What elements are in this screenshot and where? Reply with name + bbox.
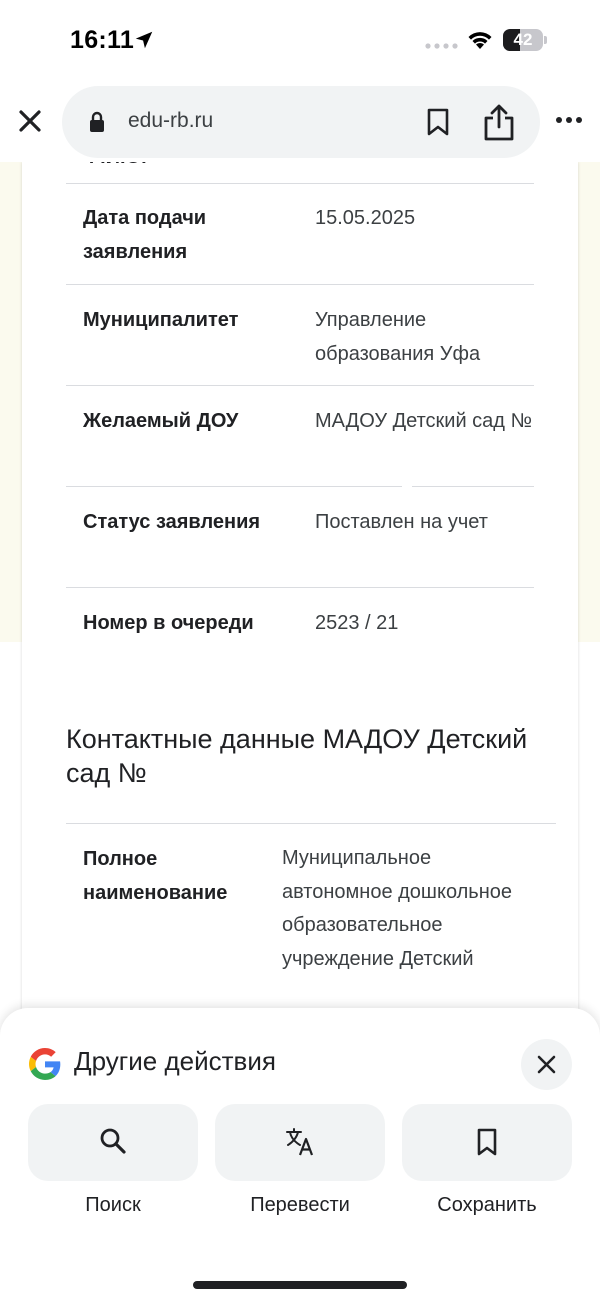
status-time: 16:11 xyxy=(70,26,135,54)
close-icon xyxy=(537,1055,556,1074)
search-icon xyxy=(100,1128,126,1154)
search-action-button[interactable] xyxy=(28,1104,198,1181)
municipality-label: Муниципалитет xyxy=(83,309,239,331)
close-icon[interactable] xyxy=(14,105,46,137)
desired-kindergarten-label: Желаемый ДОУ xyxy=(83,410,239,432)
battery-body: 42 xyxy=(503,29,543,51)
address-bar[interactable]: edu-rb.ru xyxy=(62,86,540,158)
translate-icon xyxy=(286,1128,314,1156)
url-text: edu-rb.ru xyxy=(128,109,214,132)
search-action-label: Поиск xyxy=(85,1194,141,1216)
save-action-label: Сохранить xyxy=(437,1194,537,1216)
application-date-value: 15.05.2025 xyxy=(315,207,416,229)
wifi-icon xyxy=(468,32,492,49)
more-options-icon[interactable] xyxy=(555,116,583,124)
battery-indicator: 42 xyxy=(503,29,547,51)
section-divider xyxy=(66,823,556,824)
status-bar: 16:11 42 xyxy=(0,0,600,80)
page-background-right xyxy=(578,162,600,642)
sheet-title: Другие действия xyxy=(74,1046,276,1076)
bookmark-icon[interactable] xyxy=(426,108,450,136)
battery-tip xyxy=(544,36,547,44)
row-divider xyxy=(66,486,402,487)
row-divider xyxy=(66,587,534,588)
full-name-label: Полное наименование xyxy=(83,848,228,904)
browser-toolbar: edu-rb.ru xyxy=(0,80,600,162)
translate-action-label: Перевести xyxy=(250,1194,350,1216)
row-divider xyxy=(66,385,534,386)
application-date-label: Дата подачи заявления xyxy=(83,207,207,263)
queue-number-value: 2523 / 21 xyxy=(315,612,399,634)
application-status-value: Поставлен на учет xyxy=(315,511,488,533)
application-status-label: Статус заявления xyxy=(83,511,261,533)
more-actions-sheet: Другие действия Поиск Перевести Сохранит… xyxy=(0,1008,600,1300)
cellular-signal-icon xyxy=(425,43,458,49)
municipality-value: Управление образования Уфа xyxy=(315,309,481,365)
battery-percent: 42 xyxy=(513,30,533,49)
google-logo-icon xyxy=(29,1048,61,1080)
contacts-section-title: Контактные данные МАДОУ Детский сад № xyxy=(66,724,528,788)
queue-number-label: Номер в очереди xyxy=(83,612,254,634)
home-indicator[interactable] xyxy=(193,1281,407,1289)
full-name-value: Муниципальное автономное дошкольное обра… xyxy=(282,847,513,970)
row-divider xyxy=(412,486,534,487)
page-background-left xyxy=(0,162,22,642)
clipped-row-remnant: Ф.И.О. xyxy=(83,162,283,164)
row-divider xyxy=(66,284,534,285)
save-action-button[interactable] xyxy=(402,1104,572,1181)
row-divider xyxy=(66,183,534,184)
bookmark-icon xyxy=(477,1128,497,1156)
location-arrow-icon xyxy=(135,31,153,49)
sheet-close-button[interactable] xyxy=(521,1039,572,1090)
translate-action-button[interactable] xyxy=(215,1104,385,1181)
lock-icon xyxy=(90,111,104,132)
share-icon[interactable] xyxy=(482,103,516,141)
desired-kindergarten-value: МАДОУ Детский сад № xyxy=(315,410,532,432)
